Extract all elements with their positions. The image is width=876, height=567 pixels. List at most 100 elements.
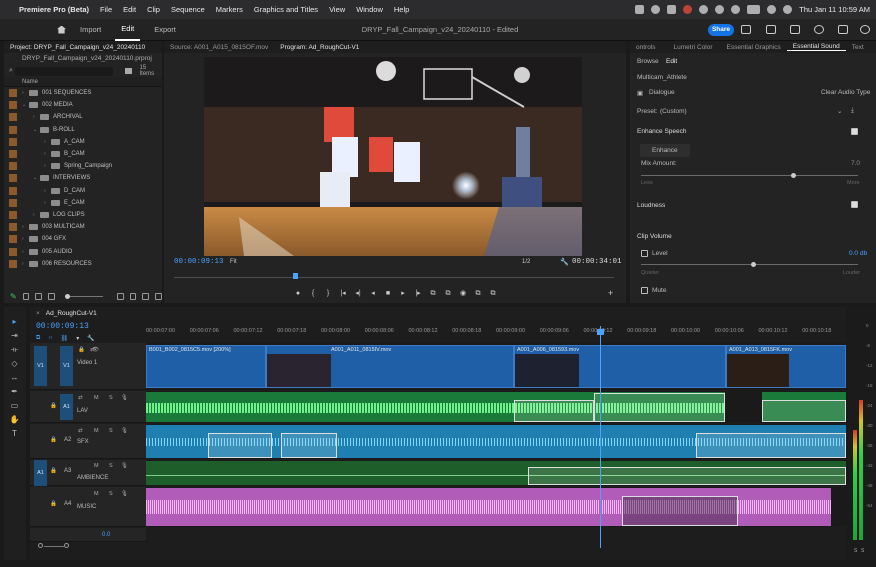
tab-source[interactable]: Source: A001_A015_0815OF.mov bbox=[164, 44, 274, 51]
label-color-swatch[interactable] bbox=[9, 235, 17, 244]
enhance-button[interactable]: Enhance bbox=[640, 144, 690, 157]
bin-row[interactable]: › ARCHIVAL bbox=[4, 111, 162, 123]
lift-button[interactable]: ⧉ bbox=[429, 290, 437, 297]
lock-icon[interactable]: 🔒 bbox=[78, 347, 85, 353]
close-tab-icon[interactable]: × bbox=[30, 310, 46, 317]
bin-row[interactable]: › 004 GFX bbox=[4, 233, 162, 245]
cc-icon[interactable] bbox=[651, 5, 661, 14]
subtab-edit[interactable]: Edit bbox=[666, 58, 677, 65]
solo-button[interactable]: S bbox=[109, 428, 113, 434]
disclosure-triangle-icon[interactable]: › bbox=[22, 236, 29, 242]
play-button[interactable]: ▸ bbox=[399, 290, 407, 297]
bin-row[interactable]: › 006 RESOURCES bbox=[4, 258, 162, 270]
disclosure-triangle-icon[interactable]: › bbox=[44, 163, 51, 169]
tab-essential-sound[interactable]: Essential Sound bbox=[786, 43, 846, 51]
source-patch-v1[interactable]: V1 bbox=[34, 346, 47, 386]
solo-button[interactable]: S bbox=[854, 548, 857, 554]
home-icon[interactable] bbox=[57, 25, 66, 34]
solo-button[interactable]: S bbox=[861, 548, 864, 554]
label-color-swatch[interactable] bbox=[9, 174, 17, 183]
new-bin-icon[interactable] bbox=[155, 292, 162, 300]
source-patch-a1[interactable]: A1 bbox=[34, 460, 47, 486]
selection-tool-icon[interactable]: ▸ bbox=[9, 317, 20, 327]
subtab-browse[interactable]: Browse bbox=[637, 58, 659, 65]
disclosure-triangle-icon[interactable]: › bbox=[44, 188, 51, 194]
workspaces-icon[interactable] bbox=[838, 25, 848, 34]
menu-help[interactable]: Help bbox=[394, 5, 409, 14]
disclosure-triangle-icon[interactable]: › bbox=[22, 224, 29, 230]
level-knob[interactable] bbox=[751, 262, 756, 267]
label-color-swatch[interactable] bbox=[9, 101, 17, 110]
rectangle-tool-icon[interactable]: ▭ bbox=[9, 401, 20, 411]
lock-icon[interactable]: 🔒 bbox=[50, 501, 57, 507]
mail-icon[interactable] bbox=[667, 5, 677, 14]
razor-tool-icon[interactable]: ◇ bbox=[9, 359, 20, 369]
sync-icon[interactable]: ⇄ bbox=[78, 395, 83, 401]
share-button[interactable]: Share bbox=[708, 24, 734, 36]
bin-row[interactable]: › E_CAM bbox=[4, 197, 162, 209]
tab-project[interactable]: Project: DRYP_Fall_Campaign_v24_20240110 bbox=[4, 44, 151, 51]
disclosure-triangle-icon[interactable]: › bbox=[22, 249, 29, 255]
menu-markers[interactable]: Markers bbox=[216, 5, 243, 14]
menu-clip[interactable]: Clip bbox=[147, 5, 160, 14]
lock-icon[interactable]: 🔒 bbox=[50, 468, 57, 474]
solo-button[interactable]: S bbox=[109, 463, 113, 469]
icon-view-icon[interactable] bbox=[35, 292, 43, 300]
keyframe-region[interactable] bbox=[208, 433, 272, 458]
preset-dropdown[interactable]: (Custom) bbox=[660, 108, 687, 115]
mix-amount-slider[interactable] bbox=[641, 175, 858, 176]
keyframe-region[interactable] bbox=[622, 496, 738, 526]
lock-icon[interactable]: 🔒 bbox=[50, 437, 57, 443]
export-icon[interactable] bbox=[766, 25, 776, 34]
label-color-swatch[interactable] bbox=[9, 125, 17, 134]
search-icon[interactable] bbox=[731, 5, 741, 14]
clear-audio-type-button[interactable]: Clear Audio Type bbox=[821, 89, 870, 96]
level-checkbox[interactable] bbox=[641, 250, 648, 257]
timeline-playhead[interactable] bbox=[600, 326, 601, 548]
step-forward-button[interactable]: |▸ bbox=[414, 290, 422, 297]
eye-icon[interactable]: 👁 bbox=[92, 347, 99, 353]
mic-icon[interactable]: 🎙 bbox=[121, 463, 128, 469]
label-color-swatch[interactable] bbox=[9, 137, 17, 146]
control-center-icon[interactable] bbox=[767, 5, 777, 14]
timeline-ruler[interactable]: 00:00:07:00 00:00:07:06 00:00:07:12 00:00:0… bbox=[146, 326, 846, 338]
video-clip[interactable]: A001_A013_0815FK.mov bbox=[726, 345, 846, 388]
tab-essential-graphics[interactable]: Essential Graphics bbox=[721, 44, 787, 51]
program-frame[interactable] bbox=[204, 57, 582, 256]
label-color-swatch[interactable] bbox=[9, 259, 17, 268]
step-back-button[interactable]: ◂ bbox=[369, 290, 377, 297]
workspace-edit[interactable]: Edit bbox=[115, 19, 141, 41]
pen-tool-icon[interactable]: ✒ bbox=[9, 387, 20, 397]
notifications-icon[interactable] bbox=[814, 25, 824, 34]
bin-row[interactable]: › 001 SEQUENCES bbox=[4, 87, 162, 99]
status-icon[interactable] bbox=[635, 5, 645, 14]
label-color-swatch[interactable] bbox=[9, 247, 17, 256]
video-clip[interactable]: A001_A011_0815IV.mov bbox=[266, 345, 514, 388]
workspace-export[interactable]: Export bbox=[148, 25, 182, 34]
bin-row[interactable]: ⌄ 002 MEDIA bbox=[4, 99, 162, 111]
video-clip[interactable]: B001_B002_0815C5.mov [200%] bbox=[146, 345, 266, 388]
tab-text[interactable]: Text bbox=[846, 44, 870, 51]
go-to-in-button[interactable]: |◂ bbox=[339, 290, 347, 297]
list-view-icon[interactable] bbox=[22, 292, 30, 300]
audio-clip[interactable] bbox=[146, 461, 846, 485]
sync-icon[interactable]: ⇄ bbox=[78, 428, 83, 434]
hand-tool-icon[interactable]: ✋ bbox=[9, 415, 20, 425]
program-timecode[interactable]: 00:00:09:13 bbox=[174, 258, 224, 266]
enhance-speech-checkbox[interactable] bbox=[851, 128, 858, 135]
bin-row[interactable]: › A_CAM bbox=[4, 136, 162, 148]
workspace-import[interactable]: Import bbox=[74, 25, 107, 34]
audio-type[interactable]: Dialogue bbox=[649, 89, 675, 96]
lock-icon[interactable]: 🔒 bbox=[50, 403, 57, 409]
menu-window[interactable]: Window bbox=[356, 5, 383, 14]
menu-edit[interactable]: Edit bbox=[123, 5, 136, 14]
target-v1[interactable]: V1 bbox=[60, 346, 73, 386]
automate-icon[interactable] bbox=[129, 292, 137, 300]
tab-lumetri[interactable]: Lumetri Color bbox=[668, 44, 719, 51]
label-color-swatch[interactable] bbox=[9, 89, 17, 98]
label-color-swatch[interactable] bbox=[9, 223, 17, 232]
bin-row[interactable]: ⌄ B-ROLL bbox=[4, 124, 162, 136]
mute-checkbox[interactable] bbox=[641, 287, 648, 294]
clock[interactable]: Thu Jan 11 10:59 AM bbox=[799, 5, 870, 14]
label-color-swatch[interactable] bbox=[9, 210, 17, 219]
